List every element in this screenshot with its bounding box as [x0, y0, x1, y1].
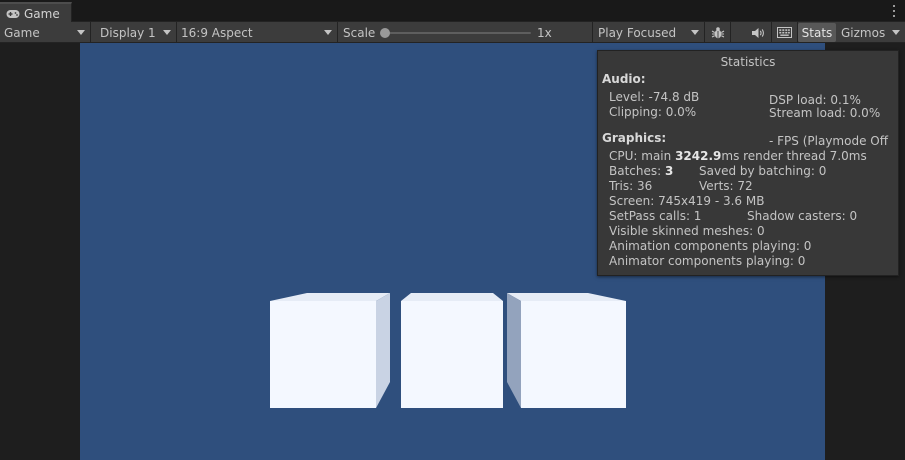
view-mode-label: Game — [4, 25, 40, 40]
graphics-header: Graphics: — [602, 131, 667, 145]
saved-by-batching: Saved by batching: 0 — [699, 164, 827, 178]
animator-components: Animator components playing: 0 — [609, 254, 806, 268]
view-mode-dropdown[interactable]: Game — [0, 22, 91, 43]
shortcuts-button[interactable] — [772, 22, 798, 43]
chevron-down-icon — [691, 30, 699, 35]
chevron-down-icon — [163, 30, 171, 35]
statistics-panel: Statistics Audio: Level: -74.8 dB Clippi… — [597, 50, 899, 276]
gamepad-icon — [6, 9, 20, 19]
verts-count: Verts: 72 — [699, 179, 753, 193]
cube-left — [270, 293, 390, 408]
scale-value: 1x — [537, 25, 552, 40]
gizmos-dropdown[interactable]: Gizmos — [837, 22, 905, 43]
scale-label: Scale — [343, 25, 376, 40]
fps-readout: - FPS (Playmode Off — [769, 134, 888, 148]
gizmos-label: Gizmos — [841, 25, 886, 40]
cube-center — [401, 293, 503, 408]
tab-game[interactable]: Game — [0, 2, 72, 23]
visible-skinned-meshes: Visible skinned meshes: 0 — [609, 224, 765, 238]
cpu-suffix: ms render thread 7.0ms — [721, 149, 867, 163]
play-mode-label: Play Focused — [598, 25, 677, 40]
chevron-down-icon — [324, 30, 332, 35]
stats-label: Stats — [801, 25, 833, 40]
tab-game-label: Game — [24, 6, 60, 21]
more-options-icon[interactable] — [889, 4, 899, 18]
aspect-dropdown[interactable]: 16:9 Aspect — [177, 22, 338, 43]
batches-value: 3 — [665, 164, 674, 178]
audio-clipping: Clipping: 0.0% — [609, 105, 697, 119]
scale-slider-track[interactable] — [385, 32, 531, 34]
cpu-timing: CPU: main 3242.9ms render thread 7.0ms — [609, 149, 867, 163]
mute-audio-button[interactable] — [745, 22, 772, 43]
statistics-title: Statistics — [720, 55, 776, 69]
game-toolbar: Game Display 1 16:9 Aspect Scale 1x Play… — [0, 22, 905, 43]
scale-slider-thumb[interactable] — [380, 28, 390, 38]
debug-bug-button[interactable] — [705, 22, 731, 43]
play-mode-dropdown[interactable]: Play Focused — [593, 22, 705, 43]
tab-bar: Game — [0, 0, 905, 23]
speaker-icon — [751, 27, 765, 39]
tris-count: Tris: 36 — [609, 179, 653, 193]
chevron-down-icon — [892, 30, 900, 35]
stream-load: Stream load: 0.0% — [769, 106, 881, 120]
cpu-main-value: 3242.9 — [675, 149, 722, 163]
dsp-load: DSP load: 0.1% — [769, 93, 861, 107]
display-dropdown[interactable]: Display 1 — [91, 22, 177, 43]
animation-components: Animation components playing: 0 — [609, 239, 812, 253]
aspect-label: 16:9 Aspect — [181, 25, 253, 40]
batches-prefix: Batches: — [609, 164, 665, 178]
display-label: Display 1 — [100, 25, 156, 40]
shadow-casters: Shadow casters: 0 — [747, 209, 858, 223]
stats-toggle-button[interactable]: Stats — [798, 23, 836, 42]
batches: Batches: 3 — [609, 164, 673, 178]
cube-right — [507, 293, 626, 408]
cpu-prefix: CPU: main — [609, 149, 676, 163]
bug-icon — [711, 26, 725, 40]
audio-header: Audio: — [602, 72, 646, 86]
chevron-down-icon — [77, 30, 85, 35]
keyboard-icon — [777, 27, 792, 38]
audio-level: Level: -74.8 dB — [609, 90, 700, 104]
setpass-calls: SetPass calls: 1 — [609, 209, 702, 223]
screen-info: Screen: 745x419 - 3.6 MB — [609, 194, 765, 208]
